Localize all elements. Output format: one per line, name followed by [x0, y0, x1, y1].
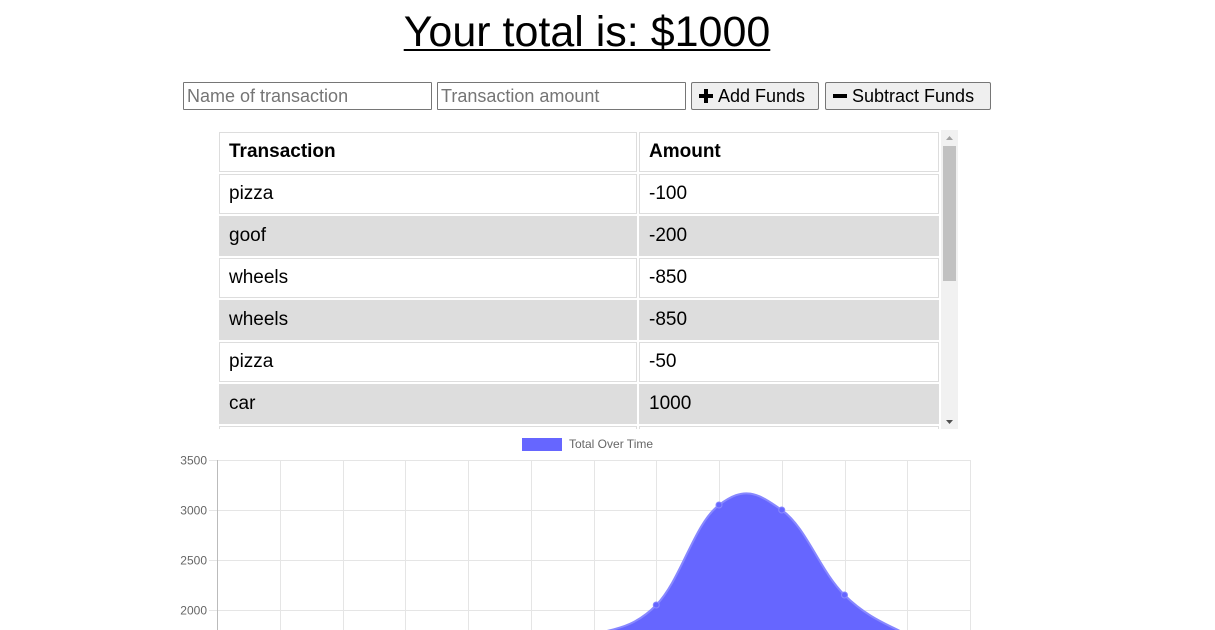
table-row: wheels -850	[219, 258, 939, 298]
transaction-amount-input[interactable]	[437, 82, 686, 110]
transactions-table-container[interactable]: Transaction Amount pizza -100 goof -200 …	[217, 130, 958, 429]
table-row: goof -200	[219, 216, 939, 256]
transaction-name-cell: goof	[219, 216, 637, 256]
table-row: wheels -850	[219, 300, 939, 340]
transaction-column-header: Transaction	[219, 132, 637, 172]
transaction-name-cell: pizza	[219, 342, 637, 382]
chart-legend[interactable]: Total Over Time	[522, 437, 653, 451]
legend-swatch	[522, 438, 562, 451]
transactions-table: Transaction Amount pizza -100 goof -200 …	[217, 130, 941, 429]
table-row: pizza -50	[219, 342, 939, 382]
data-point	[778, 506, 786, 514]
scroll-up-arrow-icon[interactable]	[941, 130, 958, 145]
add-funds-label: Add Funds	[718, 85, 806, 106]
scroll-down-arrow-icon[interactable]	[941, 414, 958, 429]
transaction-name-cell: wheels	[219, 258, 637, 298]
transaction-name-cell: pizza	[219, 174, 637, 214]
y-tick-label: 3500	[180, 454, 207, 468]
table-row: pizza -100	[219, 174, 939, 214]
budget-page: Your total is: $1000 Add Funds Subtract …	[0, 0, 1215, 630]
transaction-amount-cell: -200	[639, 216, 939, 256]
plus-icon	[698, 88, 714, 104]
transaction-amount-cell: 1000	[639, 384, 939, 424]
transaction-name-cell: wheels	[219, 300, 637, 340]
add-funds-button[interactable]: Add Funds	[691, 82, 819, 110]
table-header-row: Transaction Amount	[219, 132, 939, 172]
transaction-amount-cell	[639, 426, 939, 429]
transaction-name-cell	[219, 426, 637, 429]
transaction-name-cell: car	[219, 384, 637, 424]
transaction-amount-cell: -100	[639, 174, 939, 214]
total-heading: Your total is: $1000	[403, 8, 771, 56]
table-row: car 1000	[219, 384, 939, 424]
data-point	[841, 591, 848, 599]
table-row	[219, 426, 939, 429]
scrollbar-thumb[interactable]	[943, 146, 956, 281]
data-point	[715, 501, 723, 509]
data-point	[652, 601, 660, 609]
transaction-amount-cell: -850	[639, 300, 939, 340]
subtract-funds-label: Subtract Funds	[852, 85, 975, 106]
transaction-amount-cell: -850	[639, 258, 939, 298]
y-tick-label: 2000	[180, 604, 207, 618]
minus-icon	[832, 88, 848, 104]
y-tick-label: 3000	[180, 504, 207, 518]
legend-label: Total Over Time	[569, 437, 653, 451]
y-axis-ticks: 2000 2500 3000 3500	[180, 454, 207, 618]
transaction-amount-cell: -50	[639, 342, 939, 382]
subtract-funds-button[interactable]: Subtract Funds	[825, 82, 991, 110]
table-scrollbar[interactable]	[941, 130, 958, 429]
y-tick-label: 2500	[180, 554, 207, 568]
amount-column-header: Amount	[639, 132, 939, 172]
transaction-name-input[interactable]	[183, 82, 432, 110]
chart-series	[606, 492, 901, 630]
total-over-time-chart: Total Over Time 2000 2500 3000 3500	[180, 437, 971, 630]
